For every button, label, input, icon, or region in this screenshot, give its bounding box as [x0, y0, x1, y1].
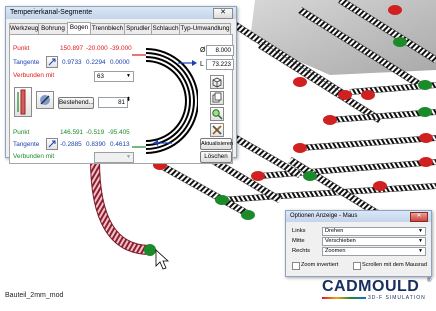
tangente2-z: 0.4613	[110, 141, 130, 148]
chevron-down-icon: ▼	[126, 154, 131, 160]
bestehend-button[interactable]: Bestehend...	[58, 97, 94, 109]
verbunden2-label: Verbunden mit	[13, 153, 55, 160]
rechts-value: Zoomen	[325, 248, 346, 254]
mitte-label: Mitte	[292, 238, 305, 244]
bogen-panel: Punkt 150.897 -20.000 -39.000 Tangente 0…	[9, 34, 234, 164]
length-value: 73.223	[212, 61, 231, 68]
tangente2-pick-icon[interactable]	[46, 138, 58, 150]
rechts-label: Rechts	[292, 248, 311, 254]
arrow-left-icon	[153, 140, 172, 146]
cube-view-icon[interactable]	[210, 75, 224, 89]
chevron-down-icon: ▼	[418, 248, 423, 254]
tab-typ-umwandlung[interactable]: Typ-Umwandlung	[179, 23, 231, 34]
tab-schlauch[interactable]: Schlauch	[151, 23, 180, 34]
close-button[interactable]: ✕	[213, 8, 233, 19]
length-symbol: L	[200, 61, 204, 68]
segment-dialog-title: Temperierkanal-Segmente	[10, 9, 93, 16]
rechts-select[interactable]: Zoomen ▼	[322, 247, 426, 256]
arrow-right-icon	[178, 60, 197, 66]
diameter-input[interactable]: 8.000	[206, 45, 234, 56]
punkt1-y: -20.000	[86, 45, 108, 52]
cadmould-logo: CADMOULD ® 3D-F SIMULATION	[322, 278, 432, 306]
bestehend-value: 81	[118, 99, 125, 106]
mitte-value: Verschieben	[325, 238, 356, 244]
tools-icon[interactable]	[210, 123, 224, 137]
logo-stripe	[322, 297, 366, 299]
logo-text: CADMOULD	[322, 278, 420, 295]
tangente2-label: Tangente	[13, 141, 40, 148]
verbunden1-label: Verbunden mit	[13, 72, 55, 79]
tangente1-pick-icon[interactable]	[46, 56, 58, 68]
copy-icon[interactable]	[210, 91, 224, 105]
zoom-invertiert-checkbox[interactable]	[292, 262, 300, 270]
logo-subtitle: 3D-F SIMULATION	[368, 295, 426, 301]
chevron-down-icon: ▼	[418, 238, 423, 244]
straight-pipe-icon[interactable]	[14, 87, 32, 117]
aktualisieren-button[interactable]: Aktualisieren	[200, 138, 233, 150]
punkt2-y: -0.519	[86, 129, 105, 136]
mouse-dialog-title: Optionen Anzeige - Maus	[290, 213, 358, 219]
loeschen-button[interactable]: Löschen	[200, 151, 232, 163]
scrollen-mausrad-checkbox[interactable]	[353, 262, 361, 270]
verbunden1-select[interactable]: 63 ▼	[94, 71, 134, 82]
diameter-value: 8.000	[215, 47, 231, 54]
scrollen-mausrad-label: Scrollen mit dem Mausrad	[362, 262, 427, 268]
chevron-down-icon: ▼	[126, 73, 131, 79]
segment-dialog-titlebar[interactable]: Temperierkanal-Segmente	[6, 7, 236, 19]
verbunden2-select[interactable]: ▼	[94, 152, 134, 163]
tab-werkzeug[interactable]: Werkzeug	[9, 23, 39, 34]
zoom-icon[interactable]	[210, 107, 224, 121]
links-select[interactable]: Drehen ▼	[322, 227, 426, 236]
punkt1-label: Punkt	[13, 45, 30, 52]
tangente1-x: 0.9733	[62, 59, 82, 66]
pipe-tool-icon[interactable]	[36, 91, 54, 109]
links-label: Links	[292, 228, 306, 234]
tab-bohrung[interactable]: Bohrung	[38, 23, 68, 34]
chevron-down-icon: ▼	[418, 228, 423, 234]
links-value: Drehen	[325, 228, 344, 234]
punkt2-z: -95.405	[108, 129, 130, 136]
mouse-cursor-icon	[155, 249, 170, 270]
tangente1-y: 0.2294	[86, 59, 106, 66]
punkt1-x: 150.897	[60, 45, 84, 52]
filename-label: Bauteil_2mm_mod	[5, 292, 64, 299]
tab-trennblech[interactable]: Trennblech	[90, 23, 125, 34]
verbunden1-value: 63	[97, 73, 104, 80]
tangente1-label: Tangente	[13, 59, 40, 66]
punkt2-label: Punkt	[13, 129, 30, 136]
bestehend-input[interactable]: 81	[98, 97, 128, 108]
mouse-options-dialog: Optionen Anzeige - Maus ✕ Links Drehen ▼…	[285, 210, 432, 277]
mitte-select[interactable]: Verschieben ▼	[322, 237, 426, 246]
punkt1-z: -39.000	[110, 45, 132, 52]
tangente2-y: 0.8390	[86, 141, 106, 148]
diameter-symbol: Ø	[200, 47, 206, 54]
punkt2-x: 146.591	[60, 129, 84, 136]
spinner-icon[interactable]: ⬍	[126, 96, 131, 103]
tab-strip: Werkzeug Bohrung Bogen Trennblech Sprudl…	[9, 22, 233, 35]
length-input[interactable]: 73.223	[206, 59, 234, 70]
tangente1-z: 0.0000	[110, 59, 130, 66]
segment-dialog: Temperierkanal-Segmente ✕ Werkzeug Bohru…	[5, 6, 237, 164]
mouse-dialog-close-button[interactable]: ✕	[410, 212, 428, 222]
logo-registered: ®	[427, 278, 432, 284]
zoom-invertiert-label: Zoom invertiert	[301, 262, 339, 268]
tab-sprudler[interactable]: Sprudler	[124, 23, 152, 34]
tangente2-x: -0.2885	[60, 141, 82, 148]
